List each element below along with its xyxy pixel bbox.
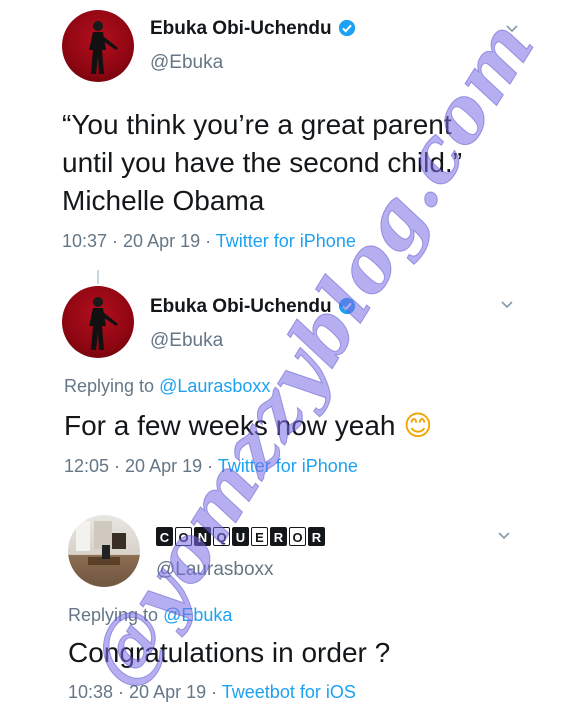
avatar[interactable] [62,286,134,358]
tweet-text-body: For a few weeks now yeah [64,410,396,441]
tweet-text: For a few weeks now yeah 😊 [64,408,432,444]
name-letter-box: O [175,527,192,546]
timestamp[interactable]: 12:05 · 20 Apr 19 · [64,456,218,476]
replying-to: Replying to @Ebuka [68,605,232,626]
replying-label: Replying to [68,605,164,625]
author-name[interactable]: C O N Q U E R O R [156,527,325,546]
avatar[interactable] [68,515,140,587]
name-letter-box: E [251,527,268,546]
tweet-2[interactable]: Ebuka Obi-Uchendu @Ebuka Replying to @La… [0,280,576,490]
avatar-person-icon [89,21,118,74]
tweet-text-line: “You think you’re a great parent [62,109,452,140]
name-letter-box: R [270,527,287,546]
name-letter-box: C [156,527,173,546]
avatar-room-icon [76,521,126,565]
tweet-meta: 10:37 · 20 Apr 19 · Twitter for iPhone [62,231,356,252]
tweet-3[interactable]: C O N Q U E R O R @Laurasboxx Replying t… [0,505,576,720]
smiling-face-emoji: 😊 [403,409,433,442]
tweet-text-line: Michelle Obama [62,185,265,216]
timestamp[interactable]: 10:37 · 20 Apr 19 · [62,231,216,251]
author-name[interactable]: Ebuka Obi-Uchendu [150,296,356,318]
mention-link[interactable]: @Ebuka [163,605,232,625]
mention-link[interactable]: @Laurasboxx [159,376,270,396]
author-handle[interactable]: @Ebuka [150,52,223,74]
tweet-meta: 10:38 · 20 Apr 19 · Tweetbot for iOS [68,682,356,703]
verified-badge-icon [338,19,355,37]
name-letter-box: Q [213,527,230,546]
author-name[interactable]: Ebuka Obi-Uchendu [150,18,356,40]
tweet-meta: 12:05 · 20 Apr 19 · Twitter for iPhone [64,456,358,477]
chevron-down-icon[interactable] [505,22,519,36]
name-letter-box: R [308,527,325,546]
verified-badge-icon [338,297,355,315]
source-link[interactable]: Twitter for iPhone [216,231,356,251]
replying-to: Replying to @Laurasboxx [64,376,270,397]
source-link[interactable]: Twitter for iPhone [218,456,358,476]
author-handle[interactable]: @Laurasboxx [156,559,274,581]
chevron-down-icon[interactable] [497,529,511,543]
tweet-1[interactable]: Ebuka Obi-Uchendu @Ebuka “You think you’… [0,0,576,270]
tweet-text-line: until you have the second child.” [62,147,463,178]
replying-label: Replying to [64,376,160,396]
name-letter-box: U [232,527,249,546]
source-link[interactable]: Tweetbot for iOS [222,682,356,702]
name-letter-box: N [194,527,211,546]
chevron-down-icon[interactable] [500,298,514,312]
tweet-text: Congratulations in order ? [68,637,391,668]
avatar[interactable] [62,10,134,82]
name-letter-box: O [289,527,306,546]
tweet-text: “You think you’re a great parent until y… [62,106,462,220]
avatar-person-icon [89,297,118,350]
timestamp[interactable]: 10:38 · 20 Apr 19 · [68,682,222,702]
author-handle[interactable]: @Ebuka [150,330,223,352]
